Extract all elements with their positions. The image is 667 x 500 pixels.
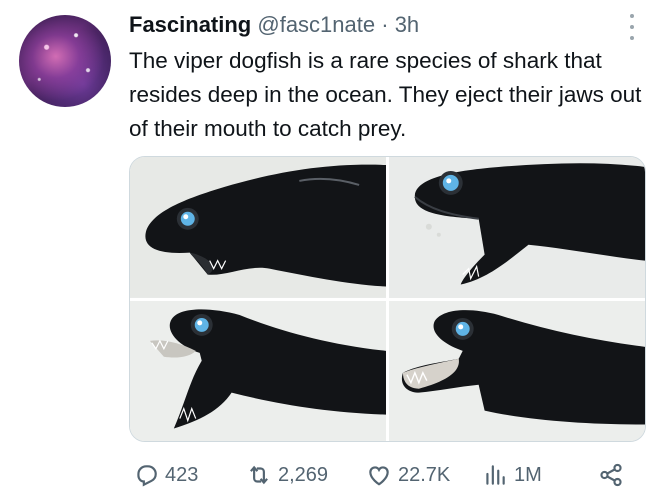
views-button[interactable]: 1M: [482, 458, 542, 492]
share-button[interactable]: [598, 458, 624, 492]
photo-jaws-open[interactable]: [130, 300, 386, 441]
heart-icon: [369, 466, 389, 486]
tweet-header: Fascinating @fasc1nate · 3h: [129, 10, 419, 40]
media-grid[interactable]: [129, 156, 646, 442]
author-handle[interactable]: @fasc1nate: [257, 12, 375, 37]
photo-jaws-opening[interactable]: [389, 157, 645, 298]
separator-dot: ·: [381, 12, 389, 37]
reply-icon: [137, 465, 157, 487]
photo-jaws-closed[interactable]: [130, 157, 386, 298]
reply-count: 423: [165, 463, 199, 486]
retweet-count: 2,269: [278, 463, 329, 486]
tweet[interactable]: Fascinating @fasc1nate · 3h The viper do…: [0, 0, 667, 500]
like-count: 22.7K: [398, 463, 451, 486]
tweet-time[interactable]: 3h: [395, 12, 419, 37]
avatar[interactable]: [19, 15, 111, 107]
share-icon: [600, 463, 622, 487]
reply-button[interactable]: 423: [133, 458, 198, 492]
retweet-button[interactable]: 2,269: [246, 458, 328, 492]
views-count: 1M: [514, 463, 542, 486]
action-bar: 423 2,269 22.7K 1M: [0, 458, 667, 492]
tweet-text: The viper dogfish is a rare species of s…: [129, 48, 642, 141]
views-icon: [486, 465, 505, 485]
author-name[interactable]: Fascinating: [129, 12, 251, 37]
like-button[interactable]: 22.7K: [366, 458, 450, 492]
more-icon[interactable]: [626, 14, 638, 40]
retweet-icon: [250, 465, 268, 485]
photo-jaws-ejected[interactable]: [389, 300, 645, 441]
